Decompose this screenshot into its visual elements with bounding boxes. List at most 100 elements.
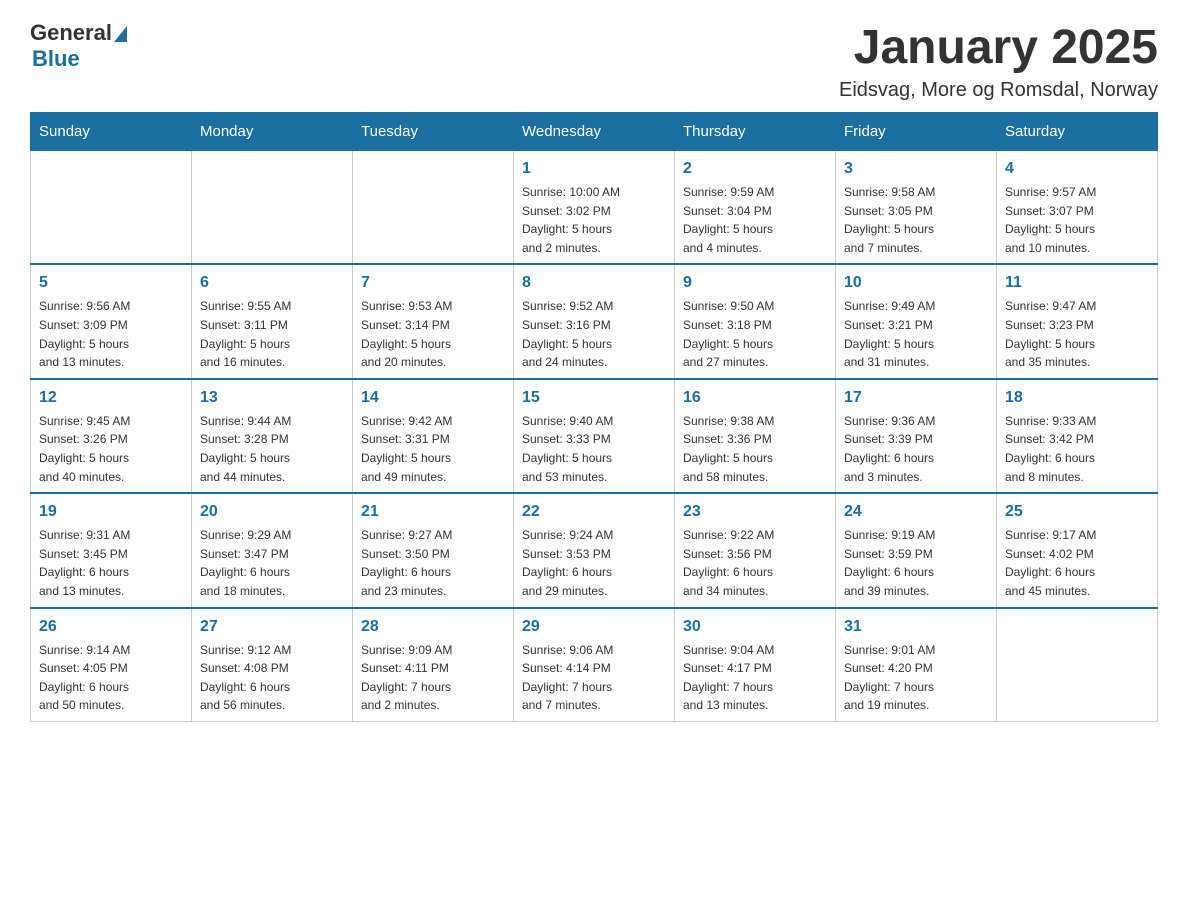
day-number: 18 — [1005, 386, 1149, 410]
day-info: Sunrise: 9:14 AM Sunset: 4:05 PM Dayligh… — [39, 641, 183, 715]
day-number: 31 — [844, 615, 988, 639]
day-number: 23 — [683, 500, 827, 524]
week-row-5: 26Sunrise: 9:14 AM Sunset: 4:05 PM Dayli… — [31, 608, 1158, 722]
calendar-cell: 9Sunrise: 9:50 AM Sunset: 3:18 PM Daylig… — [675, 264, 836, 378]
logo: General Blue — [30, 20, 127, 72]
calendar-cell: 16Sunrise: 9:38 AM Sunset: 3:36 PM Dayli… — [675, 379, 836, 493]
day-info: Sunrise: 9:47 AM Sunset: 3:23 PM Dayligh… — [1005, 297, 1149, 371]
calendar-cell: 19Sunrise: 9:31 AM Sunset: 3:45 PM Dayli… — [31, 493, 192, 607]
day-info: Sunrise: 9:40 AM Sunset: 3:33 PM Dayligh… — [522, 412, 666, 486]
header-friday: Friday — [836, 113, 997, 151]
calendar-cell: 31Sunrise: 9:01 AM Sunset: 4:20 PM Dayli… — [836, 608, 997, 722]
day-info: Sunrise: 9:27 AM Sunset: 3:50 PM Dayligh… — [361, 526, 505, 600]
logo-general: General — [30, 20, 112, 46]
calendar-cell: 21Sunrise: 9:27 AM Sunset: 3:50 PM Dayli… — [353, 493, 514, 607]
day-info: Sunrise: 9:58 AM Sunset: 3:05 PM Dayligh… — [844, 183, 988, 257]
calendar-cell: 3Sunrise: 9:58 AM Sunset: 3:05 PM Daylig… — [836, 151, 997, 265]
day-info: Sunrise: 9:01 AM Sunset: 4:20 PM Dayligh… — [844, 641, 988, 715]
day-info: Sunrise: 9:45 AM Sunset: 3:26 PM Dayligh… — [39, 412, 183, 486]
day-number: 5 — [39, 271, 183, 295]
header-sunday: Sunday — [31, 113, 192, 151]
day-info: Sunrise: 9:50 AM Sunset: 3:18 PM Dayligh… — [683, 297, 827, 371]
day-number: 4 — [1005, 157, 1149, 181]
day-number: 29 — [522, 615, 666, 639]
calendar-cell: 13Sunrise: 9:44 AM Sunset: 3:28 PM Dayli… — [192, 379, 353, 493]
day-number: 10 — [844, 271, 988, 295]
header-thursday: Thursday — [675, 113, 836, 151]
calendar-cell: 24Sunrise: 9:19 AM Sunset: 3:59 PM Dayli… — [836, 493, 997, 607]
calendar-cell: 2Sunrise: 9:59 AM Sunset: 3:04 PM Daylig… — [675, 151, 836, 265]
calendar-cell: 14Sunrise: 9:42 AM Sunset: 3:31 PM Dayli… — [353, 379, 514, 493]
day-info: Sunrise: 9:44 AM Sunset: 3:28 PM Dayligh… — [200, 412, 344, 486]
calendar-cell — [997, 608, 1158, 722]
calendar-cell: 28Sunrise: 9:09 AM Sunset: 4:11 PM Dayli… — [353, 608, 514, 722]
day-number: 7 — [361, 271, 505, 295]
day-info: Sunrise: 9:38 AM Sunset: 3:36 PM Dayligh… — [683, 412, 827, 486]
day-number: 16 — [683, 386, 827, 410]
calendar-cell: 7Sunrise: 9:53 AM Sunset: 3:14 PM Daylig… — [353, 264, 514, 378]
day-number: 26 — [39, 615, 183, 639]
day-info: Sunrise: 9:52 AM Sunset: 3:16 PM Dayligh… — [522, 297, 666, 371]
day-info: Sunrise: 9:42 AM Sunset: 3:31 PM Dayligh… — [361, 412, 505, 486]
calendar-cell: 6Sunrise: 9:55 AM Sunset: 3:11 PM Daylig… — [192, 264, 353, 378]
day-number: 30 — [683, 615, 827, 639]
day-number: 20 — [200, 500, 344, 524]
day-number: 24 — [844, 500, 988, 524]
day-info: Sunrise: 9:19 AM Sunset: 3:59 PM Dayligh… — [844, 526, 988, 600]
calendar-cell: 26Sunrise: 9:14 AM Sunset: 4:05 PM Dayli… — [31, 608, 192, 722]
header-saturday: Saturday — [997, 113, 1158, 151]
calendar-cell: 1Sunrise: 10:00 AM Sunset: 3:02 PM Dayli… — [514, 151, 675, 265]
calendar-cell: 22Sunrise: 9:24 AM Sunset: 3:53 PM Dayli… — [514, 493, 675, 607]
calendar-cell: 15Sunrise: 9:40 AM Sunset: 3:33 PM Dayli… — [514, 379, 675, 493]
day-number: 22 — [522, 500, 666, 524]
week-row-2: 5Sunrise: 9:56 AM Sunset: 3:09 PM Daylig… — [31, 264, 1158, 378]
day-info: Sunrise: 9:59 AM Sunset: 3:04 PM Dayligh… — [683, 183, 827, 257]
calendar-cell: 18Sunrise: 9:33 AM Sunset: 3:42 PM Dayli… — [997, 379, 1158, 493]
day-info: Sunrise: 9:33 AM Sunset: 3:42 PM Dayligh… — [1005, 412, 1149, 486]
day-info: Sunrise: 9:56 AM Sunset: 3:09 PM Dayligh… — [39, 297, 183, 371]
day-info: Sunrise: 9:53 AM Sunset: 3:14 PM Dayligh… — [361, 297, 505, 371]
logo-blue: Blue — [32, 46, 80, 72]
day-number: 3 — [844, 157, 988, 181]
calendar-cell: 30Sunrise: 9:04 AM Sunset: 4:17 PM Dayli… — [675, 608, 836, 722]
calendar-cell: 20Sunrise: 9:29 AM Sunset: 3:47 PM Dayli… — [192, 493, 353, 607]
week-row-1: 1Sunrise: 10:00 AM Sunset: 3:02 PM Dayli… — [31, 151, 1158, 265]
day-number: 21 — [361, 500, 505, 524]
day-info: Sunrise: 9:24 AM Sunset: 3:53 PM Dayligh… — [522, 526, 666, 600]
day-number: 28 — [361, 615, 505, 639]
calendar-cell: 10Sunrise: 9:49 AM Sunset: 3:21 PM Dayli… — [836, 264, 997, 378]
day-number: 13 — [200, 386, 344, 410]
day-info: Sunrise: 9:22 AM Sunset: 3:56 PM Dayligh… — [683, 526, 827, 600]
week-row-4: 19Sunrise: 9:31 AM Sunset: 3:45 PM Dayli… — [31, 493, 1158, 607]
calendar-header-row: SundayMondayTuesdayWednesdayThursdayFrid… — [31, 113, 1158, 151]
day-number: 8 — [522, 271, 666, 295]
calendar-cell — [353, 151, 514, 265]
header-wednesday: Wednesday — [514, 113, 675, 151]
day-number: 12 — [39, 386, 183, 410]
day-number: 2 — [683, 157, 827, 181]
week-row-3: 12Sunrise: 9:45 AM Sunset: 3:26 PM Dayli… — [31, 379, 1158, 493]
header-tuesday: Tuesday — [353, 113, 514, 151]
day-number: 6 — [200, 271, 344, 295]
page-header: General Blue January 2025 Eidsvag, More … — [30, 20, 1158, 102]
month-title: January 2025 — [839, 20, 1158, 75]
day-info: Sunrise: 9:09 AM Sunset: 4:11 PM Dayligh… — [361, 641, 505, 715]
day-number: 14 — [361, 386, 505, 410]
calendar-cell: 25Sunrise: 9:17 AM Sunset: 4:02 PM Dayli… — [997, 493, 1158, 607]
calendar-cell: 5Sunrise: 9:56 AM Sunset: 3:09 PM Daylig… — [31, 264, 192, 378]
calendar-cell: 11Sunrise: 9:47 AM Sunset: 3:23 PM Dayli… — [997, 264, 1158, 378]
calendar-cell — [31, 151, 192, 265]
day-info: Sunrise: 9:12 AM Sunset: 4:08 PM Dayligh… — [200, 641, 344, 715]
day-info: Sunrise: 9:31 AM Sunset: 3:45 PM Dayligh… — [39, 526, 183, 600]
day-info: Sunrise: 9:17 AM Sunset: 4:02 PM Dayligh… — [1005, 526, 1149, 600]
calendar-cell: 8Sunrise: 9:52 AM Sunset: 3:16 PM Daylig… — [514, 264, 675, 378]
header-monday: Monday — [192, 113, 353, 151]
title-section: January 2025 Eidsvag, More og Romsdal, N… — [839, 20, 1158, 102]
day-number: 15 — [522, 386, 666, 410]
calendar-cell: 27Sunrise: 9:12 AM Sunset: 4:08 PM Dayli… — [192, 608, 353, 722]
day-number: 25 — [1005, 500, 1149, 524]
calendar-cell: 12Sunrise: 9:45 AM Sunset: 3:26 PM Dayli… — [31, 379, 192, 493]
day-info: Sunrise: 9:57 AM Sunset: 3:07 PM Dayligh… — [1005, 183, 1149, 257]
day-info: Sunrise: 10:00 AM Sunset: 3:02 PM Daylig… — [522, 183, 666, 257]
location-title: Eidsvag, More og Romsdal, Norway — [839, 79, 1158, 102]
